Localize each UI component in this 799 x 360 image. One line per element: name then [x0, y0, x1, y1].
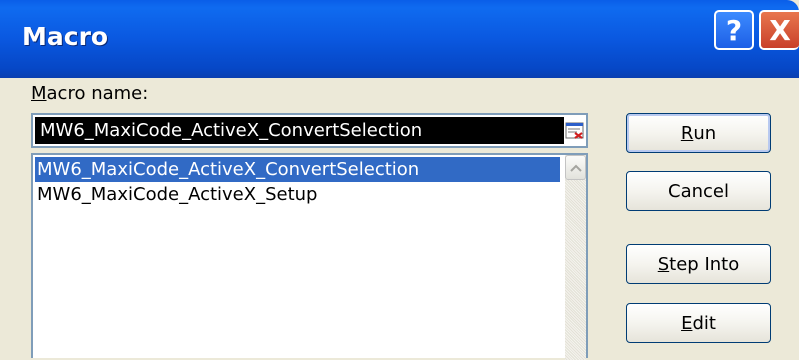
- scroll-up-button[interactable]: [565, 155, 586, 180]
- macro-list[interactable]: MW6_MaxiCode_ActiveX_ConvertSelection MW…: [31, 153, 588, 360]
- window-title: Macro: [22, 22, 109, 51]
- title-bar[interactable]: Macro ? X: [0, 0, 799, 78]
- close-icon: X: [769, 13, 791, 47]
- help-icon: ?: [725, 13, 743, 47]
- edit-button[interactable]: Edit: [626, 303, 771, 343]
- collapse-dialog-button[interactable]: [564, 117, 586, 144]
- run-button[interactable]: Run: [626, 113, 771, 153]
- step-into-button[interactable]: Step Into: [626, 244, 771, 284]
- macro-name-field[interactable]: [31, 113, 588, 148]
- vertical-scrollbar[interactable]: [565, 155, 586, 360]
- close-button[interactable]: X: [759, 10, 799, 50]
- list-item[interactable]: MW6_MaxiCode_ActiveX_ConvertSelection: [35, 157, 560, 182]
- help-button[interactable]: ?: [714, 10, 754, 50]
- collapse-dialog-icon: [565, 122, 584, 139]
- scroll-up-arrow-icon: [569, 164, 582, 172]
- list-item[interactable]: MW6_MaxiCode_ActiveX_Setup: [35, 182, 560, 207]
- macro-name-input[interactable]: [36, 117, 567, 144]
- cancel-button[interactable]: Cancel: [626, 171, 771, 211]
- macro-name-label: Macro name:: [31, 83, 149, 104]
